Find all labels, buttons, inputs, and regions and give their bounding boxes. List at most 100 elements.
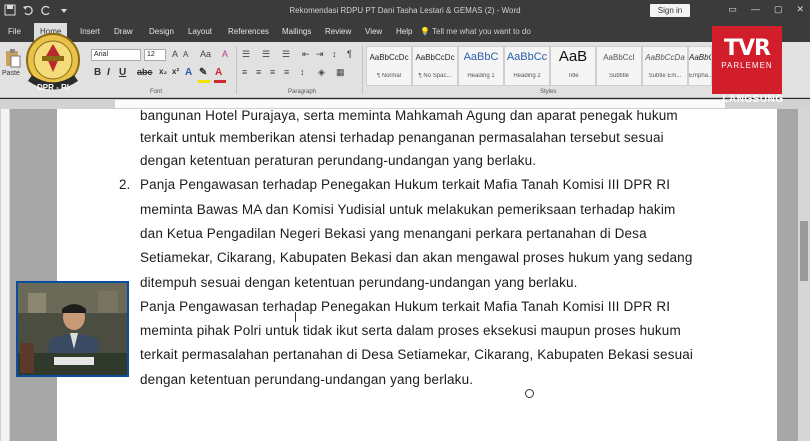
vertical-ruler[interactable] xyxy=(0,109,10,441)
minimize-icon[interactable]: — xyxy=(751,4,760,15)
maximize-icon[interactable]: ▢ xyxy=(774,4,783,15)
borders-icon[interactable]: ▦ xyxy=(336,67,345,78)
tab-view[interactable]: View xyxy=(365,27,382,36)
multilevel-icon[interactable]: ☰ xyxy=(282,49,290,60)
style-preview: AaBbC xyxy=(463,51,499,63)
style-emphasis[interactable]: AaBbCcDa Empha... xyxy=(688,46,712,86)
style-heading-1[interactable]: AaBbC Heading 1 xyxy=(458,46,504,86)
ribbon-separator xyxy=(236,46,237,94)
style-preview: AaBbCcI xyxy=(603,53,635,62)
superscript-icon[interactable]: x² xyxy=(172,67,179,76)
text-effects-icon[interactable]: A xyxy=(185,67,192,78)
strikethrough-icon[interactable]: abc xyxy=(137,67,153,77)
live-label: LANGSUNG xyxy=(722,94,784,105)
logo-text: DPR - RI xyxy=(37,83,69,92)
document-line: bangunan Hotel Purajaya, serta meminta M… xyxy=(140,108,678,123)
screen: Rekomendasi RDPU PT Dani Tasha Lestari &… xyxy=(0,0,810,441)
decrease-indent-icon[interactable]: ⇤ xyxy=(302,49,310,60)
scrollbar-thumb[interactable] xyxy=(800,221,808,281)
style-name: Heading 2 xyxy=(513,73,541,79)
document-area: bangunan Hotel Purajaya, serta meminta M… xyxy=(10,108,810,441)
paragraph-group-label: Paragraph xyxy=(288,89,317,95)
ribbon-separator xyxy=(362,46,363,94)
font-size-box[interactable]: 12 xyxy=(144,49,166,61)
font-group-label: Font xyxy=(150,89,163,95)
clear-formatting-icon[interactable]: A xyxy=(222,49,228,59)
document-line: dan Ketua Pengadilan Negeri Bekasi yang … xyxy=(140,226,647,241)
italic-icon[interactable]: I xyxy=(107,67,110,78)
line-spacing-icon[interactable]: ↕ xyxy=(300,67,305,77)
document-line: meminta Bawas MA dan Komisi Yudisial unt… xyxy=(140,202,676,217)
tab-design[interactable]: Design xyxy=(149,27,174,36)
document-page[interactable]: bangunan Hotel Purajaya, serta meminta M… xyxy=(57,108,777,441)
align-right-icon[interactable]: ≡ xyxy=(270,67,275,77)
font-color-icon[interactable]: A xyxy=(215,67,222,78)
sort-icon[interactable]: ↕ xyxy=(332,49,337,59)
styles-group-label: Styles xyxy=(540,89,557,95)
highlight-icon[interactable]: ✎ xyxy=(199,67,207,78)
ribbon-tabs: File Home Insert Draw Design Layout Refe… xyxy=(0,22,810,42)
list-number: 2. xyxy=(119,177,131,192)
style-name: Title xyxy=(567,73,579,79)
numbering-icon[interactable]: ☰ xyxy=(262,49,270,60)
lightbulb-icon: 💡 xyxy=(420,27,430,36)
cursor-circle-icon xyxy=(525,389,534,398)
style-normal[interactable]: AaBbCcDc ¶ Normal xyxy=(366,46,412,86)
style-name: ¶ No Spac... xyxy=(418,73,452,79)
increase-indent-icon[interactable]: ⇥ xyxy=(316,49,324,60)
style-subtle-emphasis[interactable]: AaBbCcDa Subtle Em... xyxy=(642,46,688,86)
grow-font-icon[interactable]: A xyxy=(172,49,178,59)
change-case-icon[interactable]: Aa xyxy=(200,49,211,59)
ribbon-display-icon[interactable]: ▭ xyxy=(728,4,737,15)
tab-draw[interactable]: Draw xyxy=(114,27,133,36)
bold-icon[interactable]: B xyxy=(94,67,101,78)
style-name: Subtle Em... xyxy=(648,73,682,79)
style-preview: AaBbCcDa xyxy=(689,53,711,62)
document-line: Setiamekar, Cikarang, Kabupaten Bekasi d… xyxy=(140,250,693,265)
style-name: Subtitle xyxy=(608,73,629,79)
channel-name: TVR xyxy=(724,36,771,61)
webcam-video-icon xyxy=(18,283,127,375)
tab-mailings[interactable]: Mailings xyxy=(282,27,311,36)
tab-help[interactable]: Help xyxy=(396,27,412,36)
highlight-color-bar xyxy=(198,80,210,83)
underline-icon[interactable]: U xyxy=(119,67,126,78)
style-no-spacing[interactable]: AaBbCcDc ¶ No Spac... xyxy=(412,46,458,86)
font-name-box[interactable]: Arial xyxy=(91,49,141,61)
align-center-icon[interactable]: ≡ xyxy=(256,67,261,77)
tab-layout[interactable]: Layout xyxy=(188,27,212,36)
shading-icon[interactable]: ◈ xyxy=(318,67,325,78)
subscript-icon[interactable]: x₂ xyxy=(159,67,167,76)
style-preview: AaBbCc xyxy=(506,51,548,63)
sign-in-button[interactable]: Sign in xyxy=(650,4,690,17)
shrink-font-icon[interactable]: A xyxy=(183,50,188,59)
tell-me-text: Tell me what you want to do xyxy=(432,27,531,36)
document-line: ditempuh sesuai dengan ketentuan perunda… xyxy=(140,275,578,290)
align-left-icon[interactable]: ≡ xyxy=(242,67,247,77)
font-color-bar xyxy=(214,80,226,83)
document-line: Panja Pengawasan terhadap Penegakan Huku… xyxy=(140,299,671,314)
style-heading-2[interactable]: AaBbCc Heading 2 xyxy=(504,46,550,86)
tell-me-box[interactable]: 💡 Tell me what you want to do xyxy=(420,27,531,36)
bullets-icon[interactable]: ☰ xyxy=(242,49,250,60)
tab-references[interactable]: References xyxy=(228,27,269,36)
show-formatting-icon[interactable]: ¶ xyxy=(347,49,352,59)
vertical-scrollbar[interactable] xyxy=(798,109,810,441)
style-subtitle[interactable]: AaBbCcI Subtitle xyxy=(596,46,642,86)
ruler-text-area xyxy=(115,100,725,108)
document-line: dengan ketentuan perundang-undangan yang… xyxy=(140,372,474,387)
style-name: ¶ Normal xyxy=(376,73,402,79)
style-preview: AaBbCcDa xyxy=(645,53,685,62)
vruler-text-area xyxy=(1,109,9,441)
style-title[interactable]: AaB Title xyxy=(550,46,596,86)
close-icon[interactable]: ✕ xyxy=(796,4,804,15)
ribbon-home: Paste Arial 12 A A Aa A B I U abc x₂ x² … xyxy=(0,42,810,98)
style-preview: AaB xyxy=(558,48,588,65)
document-line: meminta pihak Polri untuk tidak ikut ser… xyxy=(140,323,681,338)
webcam-inset xyxy=(16,281,129,377)
tab-review[interactable]: Review xyxy=(325,27,351,36)
title-bar: Rekomendasi RDPU PT Dani Tasha Lestari &… xyxy=(0,0,810,22)
document-line: terkait permasalahan pertanahan di Desa … xyxy=(140,347,694,362)
style-preview: AaBbCcDc xyxy=(415,53,455,62)
justify-icon[interactable]: ≡ xyxy=(284,67,289,77)
